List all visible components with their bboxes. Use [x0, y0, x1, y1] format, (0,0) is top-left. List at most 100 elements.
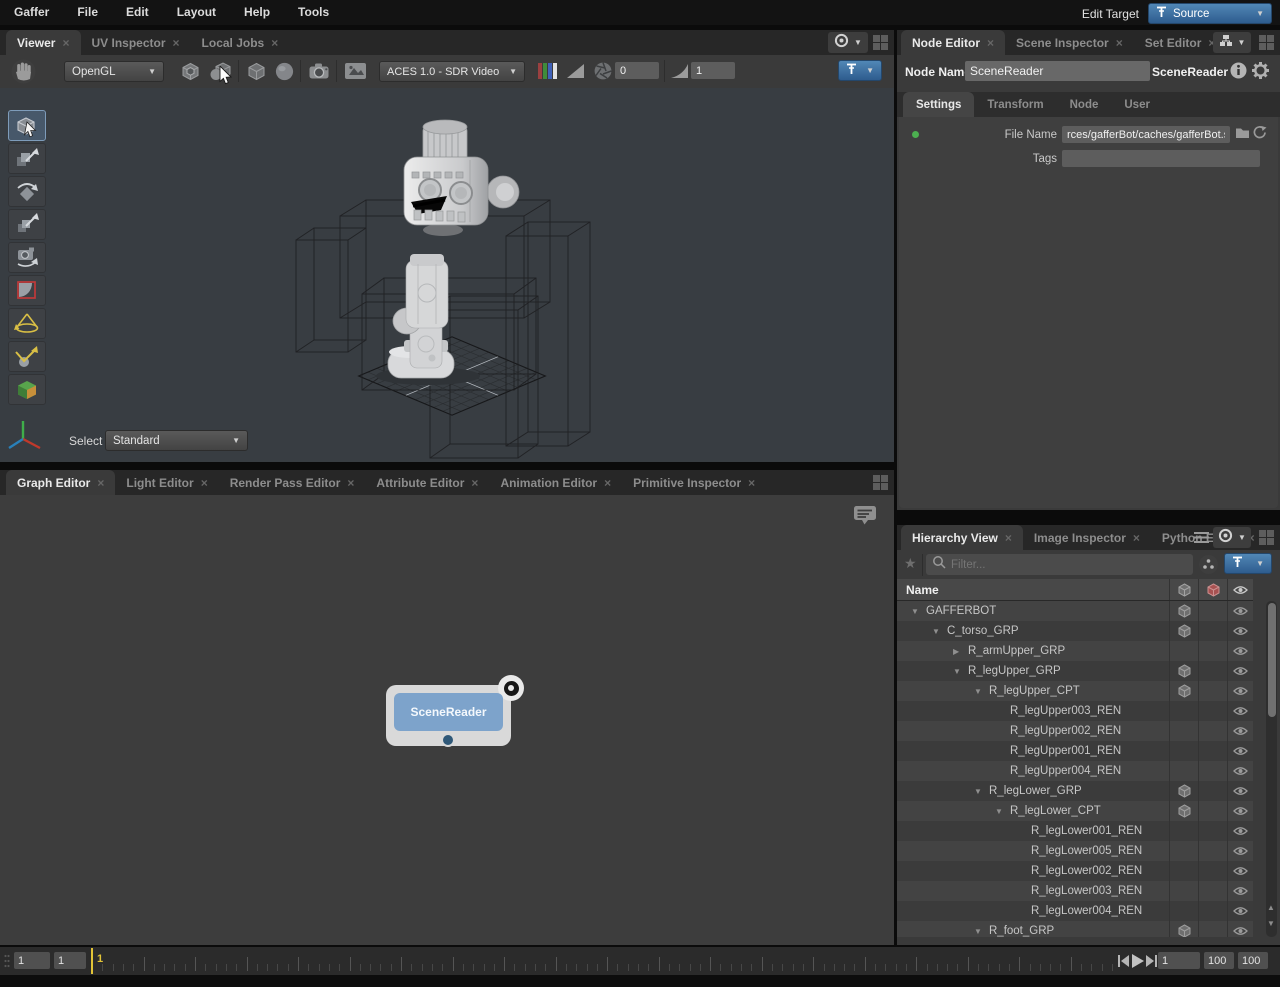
- exposure-icon[interactable]: [565, 62, 586, 80]
- menu-file[interactable]: File: [63, 0, 112, 25]
- range-start-input[interactable]: [14, 952, 50, 969]
- row-visibility-cell[interactable]: [1227, 621, 1253, 641]
- hierarchy-row[interactable]: ▼C_torso_GRP: [897, 621, 1253, 641]
- camera-tool[interactable]: [8, 242, 46, 273]
- range-end-input[interactable]: [1204, 952, 1234, 969]
- pan-hand-icon[interactable]: [10, 58, 37, 85]
- menu-tools[interactable]: Tools: [284, 0, 343, 25]
- scene-reader-node-body[interactable]: SceneReader: [394, 693, 503, 731]
- close-tab-icon[interactable]: ×: [748, 476, 755, 490]
- current-frame-start-input[interactable]: [54, 952, 86, 969]
- hierarchy-row[interactable]: R_legUpper001_REN: [897, 741, 1253, 761]
- row-visibility-cell[interactable]: [1227, 661, 1253, 681]
- filter-options-icon[interactable]: [1198, 554, 1219, 575]
- tab-hierarchy-view[interactable]: Hierarchy View×: [901, 525, 1023, 550]
- viewport-3d[interactable]: Select Standard▼: [0, 88, 894, 462]
- tab-render-pass-editor[interactable]: Render Pass Editor×: [219, 470, 366, 495]
- tab-uv-inspector[interactable]: UV Inspector×: [81, 30, 191, 55]
- hierarchy-row[interactable]: R_legUpper003_REN: [897, 701, 1253, 721]
- menu-help[interactable]: Help: [230, 0, 284, 25]
- light-tool[interactable]: [8, 308, 46, 339]
- row-visibility-cell[interactable]: [1227, 821, 1253, 841]
- tab-node-editor[interactable]: Node Editor×: [901, 30, 1005, 55]
- graph-canvas[interactable]: SceneReader: [0, 495, 894, 945]
- file-name-input[interactable]: [1062, 126, 1230, 143]
- hierarchy-row[interactable]: R_legLower001_REN: [897, 821, 1253, 841]
- row-visibility-cell[interactable]: [1227, 641, 1253, 661]
- select-tool[interactable]: [8, 110, 46, 141]
- close-tab-icon[interactable]: ×: [471, 476, 478, 490]
- subtab-user[interactable]: User: [1111, 92, 1163, 117]
- expander-open-icon[interactable]: ▼: [911, 607, 922, 616]
- skip-end-icon[interactable]: [1146, 955, 1157, 967]
- shading-mode-icon[interactable]: [273, 60, 296, 83]
- renderer-dropdown[interactable]: OpenGL▼: [64, 61, 164, 82]
- close-tab-icon[interactable]: ×: [62, 36, 69, 50]
- aperture-icon[interactable]: [593, 61, 613, 81]
- play-icon[interactable]: [1132, 954, 1144, 968]
- tab-viewer[interactable]: Viewer×: [6, 30, 81, 55]
- row-visibility-cell[interactable]: [1227, 901, 1253, 921]
- expander-open-icon[interactable]: ▼: [974, 927, 985, 936]
- node-name-input[interactable]: [965, 61, 1150, 81]
- reload-icon[interactable]: [1252, 125, 1267, 140]
- hierarchy-row[interactable]: R_legUpper002_REN: [897, 721, 1253, 741]
- scroll-up-icon[interactable]: ▲: [1267, 903, 1275, 912]
- filter-input[interactable]: [951, 559, 1187, 571]
- close-tab-icon[interactable]: ×: [1116, 36, 1123, 50]
- crop-window-tool[interactable]: [8, 275, 46, 306]
- annotation-bubble-icon[interactable]: [852, 503, 878, 527]
- hierarchy-row[interactable]: R_legLower003_REN: [897, 881, 1253, 901]
- hierarchy-row[interactable]: R_legLower002_REN: [897, 861, 1253, 881]
- visibility-column-icon[interactable]: [1227, 579, 1253, 600]
- layout-menu-icon[interactable]: [872, 474, 889, 491]
- gamma-icon[interactable]: [669, 62, 690, 80]
- timeline-grip[interactable]: [4, 954, 10, 973]
- expander-closed-icon[interactable]: ▶: [953, 647, 964, 656]
- row-visibility-cell[interactable]: [1227, 881, 1253, 901]
- node-output-plug[interactable]: [441, 733, 455, 747]
- filter-searchbox[interactable]: [926, 554, 1193, 575]
- expander-open-icon[interactable]: ▼: [974, 687, 985, 696]
- expander-open-icon[interactable]: ▼: [932, 627, 943, 636]
- row-visibility-cell[interactable]: [1227, 761, 1253, 781]
- menu-edit[interactable]: Edit: [112, 0, 163, 25]
- hierarchy-row[interactable]: ▼R_legLower_GRP: [897, 781, 1253, 801]
- close-tab-icon[interactable]: ×: [201, 476, 208, 490]
- subtab-transform[interactable]: Transform: [974, 92, 1056, 117]
- menu-gaffer[interactable]: Gaffer: [0, 0, 63, 25]
- hierarchy-row[interactable]: ▼GAFFERBOT: [897, 601, 1253, 621]
- tab-graph-editor[interactable]: Graph Editor×: [6, 470, 115, 495]
- close-tab-icon[interactable]: ×: [1005, 531, 1012, 545]
- row-visibility-cell[interactable]: [1227, 601, 1253, 621]
- tab-primitive-inspector[interactable]: Primitive Inspector×: [622, 470, 766, 495]
- layout-menu-icon[interactable]: [1258, 529, 1275, 546]
- layout-menu-icon[interactable]: [1258, 34, 1275, 51]
- bookmark-star-icon[interactable]: ★: [904, 555, 917, 572]
- row-visibility-cell[interactable]: [1227, 841, 1253, 861]
- expander-open-icon[interactable]: ▼: [995, 807, 1006, 816]
- row-visibility-cell[interactable]: [1227, 861, 1253, 881]
- hierarchy-row[interactable]: R_legLower005_REN: [897, 841, 1253, 861]
- row-visibility-cell[interactable]: [1227, 801, 1253, 821]
- edit-target-dropdown[interactable]: Source ▼: [1148, 3, 1272, 24]
- render-column-icon[interactable]: [1198, 579, 1227, 600]
- expander-open-icon[interactable]: ▼: [953, 667, 964, 676]
- translate-tool[interactable]: [8, 143, 46, 174]
- row-visibility-cell[interactable]: [1227, 721, 1253, 741]
- close-tab-icon[interactable]: ×: [173, 36, 180, 50]
- hierarchy-row[interactable]: ▼R_legUpper_CPT: [897, 681, 1253, 701]
- tab-attribute-editor[interactable]: Attribute Editor×: [365, 470, 489, 495]
- display-transform-dropdown[interactable]: ACES 1.0 - SDR Video▼: [379, 61, 525, 82]
- hierarchy-row[interactable]: ▶R_armUpper_GRP: [897, 641, 1253, 661]
- row-visibility-cell[interactable]: [1227, 741, 1253, 761]
- scrollbar-thumb[interactable]: [1268, 603, 1276, 717]
- viewer-history-dropdown[interactable]: ▼: [828, 32, 868, 53]
- tab-scene-inspector[interactable]: Scene Inspector×: [1005, 30, 1134, 55]
- menu-layout[interactable]: Layout: [163, 0, 230, 25]
- subtab-settings[interactable]: Settings: [903, 92, 974, 117]
- rotate-tool[interactable]: [8, 176, 46, 207]
- tab-local-jobs[interactable]: Local Jobs×: [191, 30, 290, 55]
- hierarchy-row[interactable]: ▼R_legLower_CPT: [897, 801, 1253, 821]
- row-visibility-cell[interactable]: [1227, 701, 1253, 721]
